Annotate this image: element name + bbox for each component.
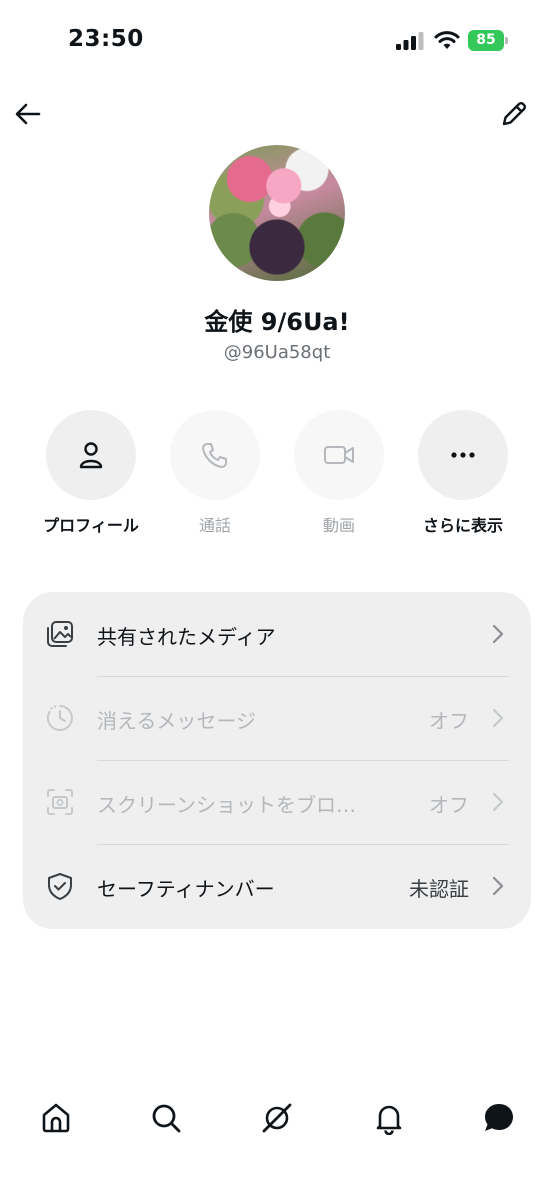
person-icon: [79, 442, 103, 469]
chevron-right-icon: [492, 876, 504, 896]
battery-level: 85: [468, 30, 504, 51]
video-button-circle[interactable]: [294, 410, 384, 500]
battery-tip: [505, 37, 508, 44]
safety-number-label: セーフティナンバー: [97, 877, 275, 901]
cellular-signal-icon: [396, 32, 424, 50]
profile-button-circle[interactable]: [46, 410, 136, 500]
block-screenshots-value: オフ: [429, 793, 469, 817]
home-icon: [42, 1103, 70, 1133]
disappearing-messages-row[interactable]: 消えるメッセージ オフ: [23, 676, 531, 760]
nav-grok[interactable]: [257, 1098, 297, 1138]
chevron-right-icon: [492, 624, 504, 644]
block-screenshots-label: スクリーンショットをブロ…: [97, 793, 356, 817]
display-name: 金使 9/6Ua!: [204, 308, 350, 336]
call-button[interactable]: 通話: [160, 410, 270, 536]
chevron-right-icon: [492, 708, 504, 728]
avatar[interactable]: [209, 145, 345, 281]
more-button-label: さらに表示: [422, 516, 503, 535]
profile-button[interactable]: プロフィール: [36, 410, 146, 536]
block-screenshots-row[interactable]: スクリーンショットをブロ… オフ: [23, 760, 531, 844]
call-button-label: 通話: [198, 516, 231, 535]
video-button[interactable]: 動画: [284, 410, 394, 536]
notifications-icon: [376, 1105, 402, 1135]
search-icon: [152, 1104, 181, 1133]
shared-media-row[interactable]: 共有されたメディア: [23, 592, 531, 676]
status-time: 23:50: [68, 26, 144, 52]
media-icon: [47, 621, 73, 647]
wifi-icon: [434, 31, 460, 49]
nav-notifications[interactable]: [369, 1098, 409, 1138]
more-icon: [451, 452, 475, 458]
disappearing-messages-value: オフ: [429, 709, 469, 733]
timer-icon: [46, 705, 73, 731]
nav-search[interactable]: [146, 1098, 186, 1138]
nav-home[interactable]: [36, 1098, 76, 1138]
phone-icon: [202, 443, 227, 468]
disappearing-messages-label: 消えるメッセージ: [97, 709, 256, 733]
call-button-circle[interactable]: [170, 410, 260, 500]
more-button[interactable]: さらに表示: [408, 410, 518, 536]
battery-indicator: 85: [468, 30, 508, 51]
safety-number-row[interactable]: セーフティナンバー 未認証: [23, 844, 531, 928]
screenshot-icon: [47, 789, 73, 815]
back-arrow-icon[interactable]: [12, 98, 44, 130]
safety-number-value: 未認証: [409, 877, 469, 901]
more-button-circle[interactable]: [418, 410, 508, 500]
shield-icon: [48, 873, 72, 900]
user-handle: @96Ua58qt: [223, 342, 331, 363]
conversation-settings-card: 共有されたメディア 消えるメッセージ オフ スクリーンショットをブロ… オフ セ…: [23, 592, 531, 929]
nav-messages[interactable]: [479, 1098, 519, 1138]
profile-button-label: プロフィール: [43, 516, 139, 535]
status-bar: 23:50 85: [0, 0, 554, 84]
edit-pencil-icon[interactable]: [498, 98, 530, 130]
bottom-navigation: [0, 1080, 554, 1160]
video-button-label: 動画: [322, 516, 355, 535]
messages-icon: [485, 1104, 513, 1131]
grok-icon: [262, 1103, 292, 1133]
video-icon: [324, 446, 354, 464]
chevron-right-icon: [492, 792, 504, 812]
shared-media-label: 共有されたメディア: [97, 625, 276, 649]
